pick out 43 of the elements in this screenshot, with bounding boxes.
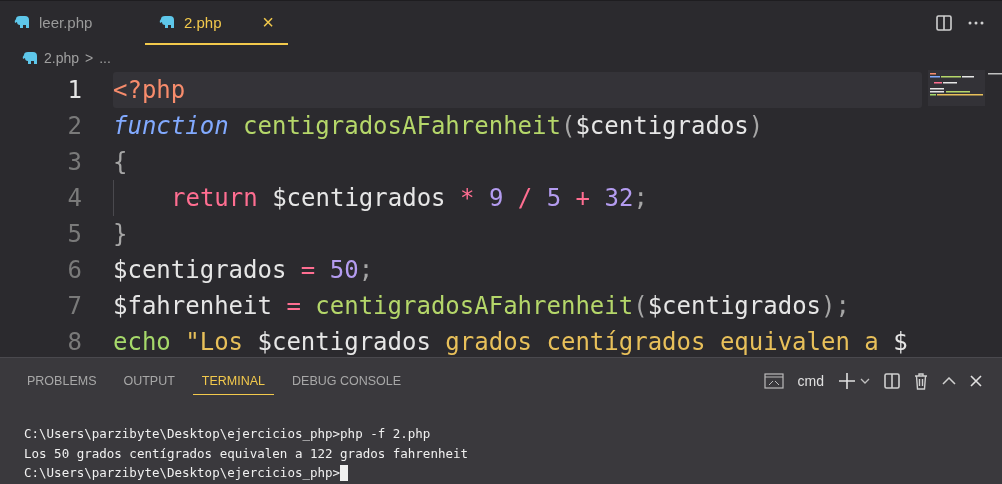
php-elephant-icon (159, 16, 175, 28)
chevron-up-icon[interactable] (942, 377, 956, 385)
line-number: 8 (66, 328, 82, 356)
line-number: 3 (66, 148, 82, 176)
trash-icon[interactable] (914, 372, 928, 390)
code-line: function centigradosAFahrenheit($centigrados) (113, 112, 764, 140)
panel-tab[interactable]: OUTPUT (114, 367, 184, 395)
code-line: { (113, 148, 128, 176)
line-number: 7 (66, 292, 82, 320)
code-line: $fahrenheit = centigradosAFahrenheit($centigrados); (113, 292, 850, 320)
code-line: echo "Los $centigrados grados centígrados equivalen a $ (113, 328, 908, 356)
line-number: 1 (66, 76, 82, 104)
editor-tab[interactable]: leer.php (0, 1, 145, 45)
line-number: 2 (66, 112, 82, 140)
split-editor-icon[interactable] (936, 15, 952, 31)
code-line: <?php (113, 76, 186, 104)
line-number: 4 (66, 184, 82, 212)
more-icon[interactable] (968, 21, 984, 25)
line-number: 6 (66, 256, 82, 284)
close-icon[interactable]: × (262, 10, 274, 34)
terminal-cursor (340, 464, 349, 481)
terminal-line: C:\Users\parzibyte\Desktop\ejercicios_php> (24, 465, 341, 481)
terminal-line: C:\Users\parzibyte\Desktop\ejercicios_php>php -f 2.php (24, 426, 431, 442)
code-line: return $centigrados * 9 / 5 + 32; (171, 184, 648, 212)
panel-tab[interactable]: DEBUG CONSOLE (283, 367, 411, 395)
terminal-line: Los 50 grados centígrados equivalen a 122 grados fahrenheit (24, 445, 468, 461)
panel-tab[interactable]: TERMINAL (192, 367, 275, 395)
code-line: $centigrados = 50; (113, 256, 374, 284)
php-elephant-icon (22, 51, 38, 64)
split-terminal-icon[interactable] (884, 373, 900, 389)
close-icon[interactable] (970, 375, 982, 387)
line-number: 5 (66, 220, 82, 248)
editor-tab[interactable]: 2.php × (145, 1, 288, 45)
breadcrumb-symbols[interactable]: ... (99, 49, 111, 66)
breadcrumb-file[interactable]: 2.php (44, 49, 80, 66)
terminal-shell-label[interactable]: cmd (797, 373, 824, 389)
php-elephant-icon (14, 16, 30, 28)
terminal-window-icon[interactable] (763, 373, 784, 389)
chevron-down-icon[interactable] (860, 378, 870, 384)
panel-tab[interactable]: PROBLEMS (18, 367, 106, 395)
plus-icon[interactable] (838, 372, 856, 390)
code-line: } (113, 220, 128, 248)
breadcrumb-separator: > (85, 49, 94, 66)
